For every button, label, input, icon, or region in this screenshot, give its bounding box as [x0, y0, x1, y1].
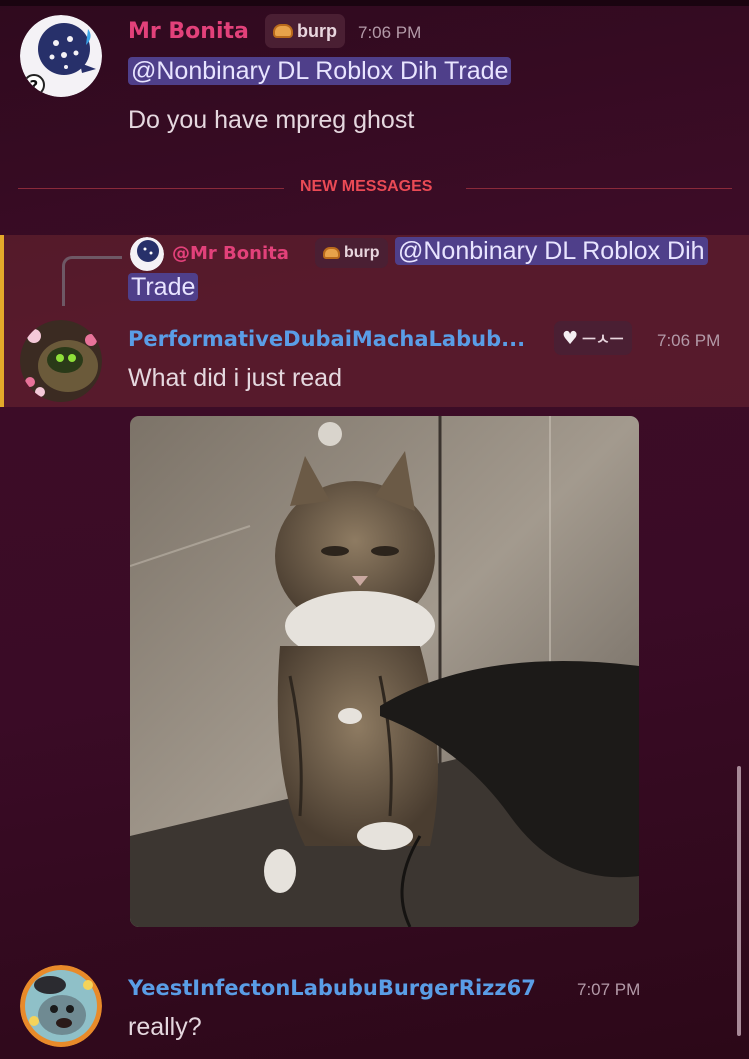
tag-face[interactable]: ♥ ㅡㅅㅡ: [554, 321, 632, 355]
reply-tag-label: burp: [344, 244, 380, 261]
tag-label: burp: [297, 20, 337, 41]
reply-avatar-mr-bonita[interactable]: [130, 237, 164, 271]
author-yeest[interactable]: YeestInfectonLabubuBurgerRizz67: [128, 976, 536, 1000]
reply-mention[interactable]: @Nonbinary DL Roblox Dih: [395, 237, 708, 265]
message-text: really?: [128, 1013, 202, 1041]
avatar-yeest[interactable]: [20, 965, 102, 1047]
author-performative[interactable]: PerformativeDubaiMachaLabub...: [128, 327, 525, 351]
avatar-performative[interactable]: [20, 320, 102, 402]
mention-nonbinary[interactable]: @Nonbinary DL Roblox Dih Trade: [128, 57, 512, 85]
avatar-mr-bonita[interactable]: ?: [20, 15, 102, 97]
author-mr-bonita[interactable]: Mr Bonita: [128, 19, 249, 44]
reply-author[interactable]: @Mr Bonita: [172, 243, 289, 264]
bread-icon: [323, 247, 340, 259]
reply-mention-cont[interactable]: Trade: [128, 273, 199, 301]
reply-mention-line2: Trade: [128, 273, 199, 302]
bread-icon: [273, 24, 293, 38]
tag-face-label: ㅡㅅㅡ: [582, 329, 624, 348]
white-heart-icon: ♥: [562, 327, 579, 349]
svg-text:?: ?: [30, 77, 39, 95]
new-messages-label: NEW MESSAGES: [300, 178, 433, 195]
top-border: [0, 0, 749, 6]
reply-mention-line1: @Nonbinary DL Roblox Dih: [395, 237, 708, 266]
mention-highlight-bar: [0, 235, 4, 407]
message-text: What did i just read: [128, 364, 342, 392]
timestamp: 7:07 PM: [577, 980, 641, 999]
message-text: Do you have mpreg ghost: [128, 106, 415, 134]
tag-burp[interactable]: burp: [265, 14, 345, 48]
divider-line-left: [18, 188, 284, 189]
scrollbar-thumb[interactable]: [737, 766, 741, 1036]
message-mention-line: @Nonbinary DL Roblox Dih Trade: [128, 57, 512, 86]
reply-tag-burp[interactable]: burp: [315, 238, 388, 268]
timestamp: 7:06 PM: [358, 23, 422, 42]
divider-line-right: [466, 188, 732, 189]
timestamp: 7:06 PM: [657, 331, 721, 350]
reply-connector: [62, 256, 122, 306]
cat-photo-attachment[interactable]: [130, 416, 639, 927]
